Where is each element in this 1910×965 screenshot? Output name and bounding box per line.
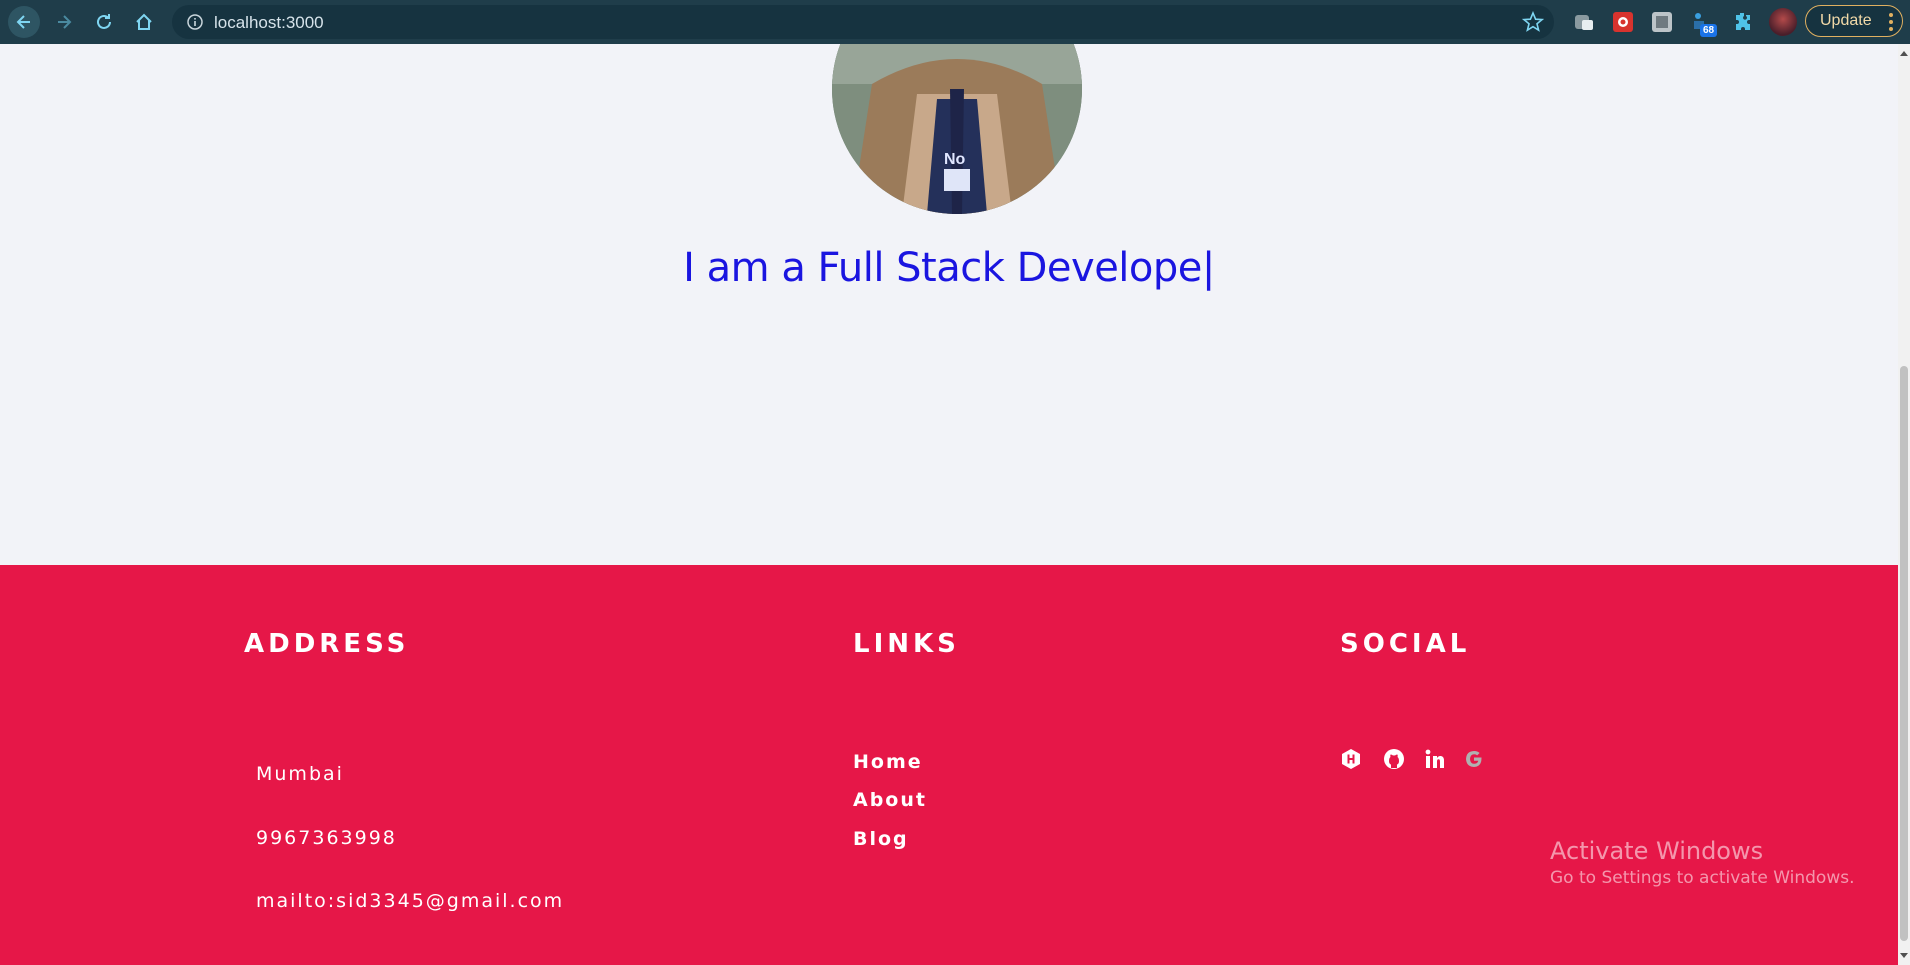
social-heading: SOCIAL	[1340, 629, 1471, 659]
page-scrollbar[interactable]	[1898, 44, 1910, 965]
arrow-left-icon	[16, 15, 30, 29]
puzzle-icon[interactable]	[1731, 10, 1755, 34]
address-heading: ADDRESS	[244, 629, 410, 659]
address-phone: 9967363998	[256, 827, 397, 849]
activate-windows-title: Activate Windows	[1550, 837, 1764, 865]
page-viewport: No I am a Full Stack Develope| ADDRESS M…	[0, 44, 1898, 965]
scroll-down-arrow-icon[interactable]	[1900, 951, 1908, 959]
scroll-up-arrow-icon[interactable]	[1900, 50, 1908, 58]
hackerrank-icon[interactable]	[1340, 748, 1362, 770]
bookmark-star-icon[interactable]	[1522, 11, 1544, 33]
forward-button[interactable]	[48, 6, 80, 38]
google-icon[interactable]	[1463, 748, 1485, 770]
update-label: Update	[1820, 12, 1872, 29]
browser-toolbar: localhost:3000 68 Update	[0, 0, 1910, 44]
reload-button[interactable]	[88, 6, 120, 38]
typing-caret: |	[1201, 245, 1215, 292]
info-icon[interactable]	[186, 13, 204, 31]
extension-icon-2[interactable]	[1611, 10, 1635, 34]
site-footer: ADDRESS Mumbai 9967363998 mailto:sid3345…	[0, 565, 1898, 965]
hero-section: No I am a Full Stack Develope|	[0, 44, 1898, 565]
back-button[interactable]	[8, 6, 40, 38]
link-home[interactable]: Home	[853, 751, 923, 773]
extension-icon-3[interactable]	[1650, 10, 1674, 34]
home-button[interactable]	[128, 6, 160, 38]
scroll-thumb[interactable]	[1900, 366, 1908, 941]
extension-icon-1[interactable]	[1572, 10, 1596, 34]
profile-photo: No	[832, 44, 1082, 214]
svg-text:No: No	[944, 151, 966, 168]
address-email[interactable]: mailto:sid3345@gmail.com	[256, 890, 564, 912]
extension-badge: 68	[1700, 24, 1718, 37]
address-bar[interactable]: localhost:3000	[172, 5, 1554, 39]
linkedin-icon[interactable]	[1424, 748, 1446, 770]
links-heading: LINKS	[853, 629, 960, 659]
profile-avatar[interactable]	[1769, 8, 1797, 36]
github-icon[interactable]	[1383, 748, 1405, 770]
activate-windows-subtitle: Go to Settings to activate Windows.	[1550, 868, 1855, 888]
link-about[interactable]: About	[853, 789, 927, 811]
arrow-right-icon	[58, 15, 72, 29]
typed-headline: I am a Full Stack Develope|	[0, 245, 1898, 291]
link-blog[interactable]: Blog	[853, 828, 909, 850]
typed-headline-text: I am a Full Stack Develope	[683, 245, 1202, 292]
menu-dots-icon	[1889, 13, 1893, 31]
update-button[interactable]: Update	[1805, 5, 1903, 37]
person-photo-image: No	[832, 44, 1082, 214]
reload-icon	[97, 14, 111, 29]
home-icon	[136, 13, 152, 30]
url-text[interactable]: localhost:3000	[214, 13, 324, 33]
address-city: Mumbai	[256, 763, 344, 785]
